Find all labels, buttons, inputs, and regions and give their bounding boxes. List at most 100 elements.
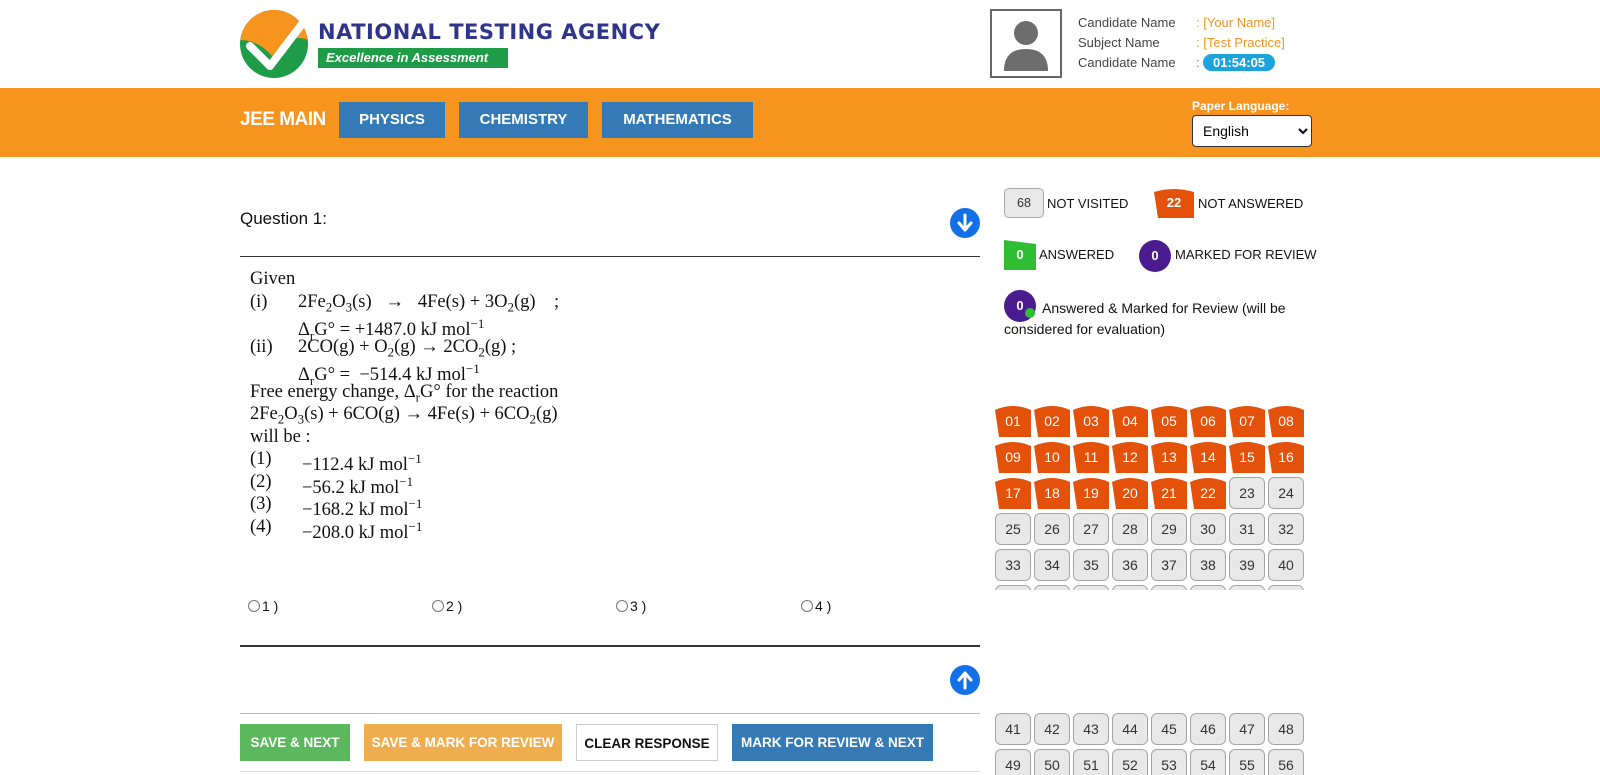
- palette-question-20[interactable]: 20: [1112, 477, 1148, 509]
- option-4[interactable]: 4 ): [801, 598, 831, 614]
- not-answered-label: NOT ANSWERED: [1198, 196, 1304, 211]
- arrow-up-icon: [957, 671, 973, 690]
- save-mark-review-button[interactable]: SAVE & MARK FOR REVIEW: [364, 724, 562, 761]
- palette-question-39[interactable]: 39: [1229, 549, 1265, 581]
- option-1[interactable]: 1 ): [248, 598, 278, 614]
- palette-question-28[interactable]: 28: [1112, 513, 1148, 545]
- scroll-down-button[interactable]: [950, 208, 980, 238]
- palette-question-04[interactable]: 04: [1112, 405, 1148, 437]
- palette-question-17[interactable]: 17: [995, 477, 1031, 509]
- palette-question-16[interactable]: 16: [1268, 441, 1304, 473]
- palette-question-07[interactable]: 07: [1229, 405, 1265, 437]
- palette-question-22[interactable]: 22: [1190, 477, 1226, 509]
- palette-question-19[interactable]: 19: [1073, 477, 1109, 509]
- divider: [240, 771, 980, 772]
- palette-question-35[interactable]: 35: [1073, 549, 1109, 581]
- palette-question-33[interactable]: 33: [995, 549, 1031, 581]
- question-palette: 01 02 03 04 05 06 07 08 09 10 11 12 13 14 15 16 17 18 19 20…: [995, 405, 1307, 590]
- clear-response-button[interactable]: CLEAR RESPONSE: [576, 724, 718, 761]
- palette-question-03[interactable]: 03: [1073, 405, 1109, 437]
- palette-question-44[interactable]: 44: [1112, 713, 1148, 745]
- palette-question-32[interactable]: 32: [1268, 513, 1304, 545]
- answered-count: 0: [1004, 240, 1036, 270]
- palette-question-08[interactable]: 08: [1268, 405, 1304, 437]
- palette-question-42[interactable]: 42: [1034, 713, 1070, 745]
- palette-question-50[interactable]: 50: [1034, 749, 1070, 775]
- palette-question-partial[interactable]: [1151, 585, 1187, 590]
- palette-question-41[interactable]: 41: [995, 713, 1031, 745]
- not-visited-count: 68: [1004, 188, 1044, 218]
- palette-question-06[interactable]: 06: [1190, 405, 1226, 437]
- palette-question-53[interactable]: 53: [1151, 749, 1187, 775]
- palette-question-31[interactable]: 31: [1229, 513, 1265, 545]
- subject-name-value: : [Test Practice]: [1196, 35, 1285, 50]
- palette-question-26[interactable]: 26: [1034, 513, 1070, 545]
- palette-question-30[interactable]: 30: [1190, 513, 1226, 545]
- palette-question-05[interactable]: 05: [1151, 405, 1187, 437]
- palette-question-51[interactable]: 51: [1073, 749, 1109, 775]
- palette-question-11[interactable]: 11: [1073, 441, 1109, 473]
- mark-review-next-button[interactable]: MARK FOR REVIEW & NEXT: [732, 724, 933, 761]
- palette-question-43[interactable]: 43: [1073, 713, 1109, 745]
- palette-question-38[interactable]: 38: [1190, 549, 1226, 581]
- option-3[interactable]: 3 ): [616, 598, 646, 614]
- tab-physics[interactable]: PHYSICS: [339, 102, 445, 138]
- palette-question-partial[interactable]: [1190, 585, 1226, 590]
- not-visited-label: NOT VISITED: [1047, 196, 1129, 211]
- palette-question-46[interactable]: 46: [1190, 713, 1226, 745]
- palette-question-55[interactable]: 55: [1229, 749, 1265, 775]
- palette-question-48[interactable]: 48: [1268, 713, 1304, 745]
- option-3-radio[interactable]: [616, 600, 628, 612]
- palette-question-09[interactable]: 09: [995, 441, 1031, 473]
- answered-label: ANSWERED: [1039, 247, 1115, 262]
- palette-question-34[interactable]: 34: [1034, 549, 1070, 581]
- candidate-name-value: : [Your Name]: [1196, 15, 1276, 30]
- palette-question-partial[interactable]: [1073, 585, 1109, 590]
- paper-language-label: Paper Language:: [1192, 99, 1290, 113]
- palette-question-10[interactable]: 10: [1034, 441, 1070, 473]
- palette-question-23[interactable]: 23: [1229, 477, 1265, 509]
- option-4-radio[interactable]: [801, 600, 813, 612]
- palette-question-37[interactable]: 37: [1151, 549, 1187, 581]
- save-next-button[interactable]: SAVE & NEXT: [240, 724, 350, 761]
- palette-question-27[interactable]: 27: [1073, 513, 1109, 545]
- language-select[interactable]: English: [1192, 115, 1312, 147]
- palette-question-12[interactable]: 12: [1112, 441, 1148, 473]
- palette-question-52[interactable]: 52: [1112, 749, 1148, 775]
- subject-name-label: Subject Name: [1078, 35, 1160, 50]
- tab-mathematics[interactable]: MATHEMATICS: [602, 102, 753, 138]
- option-2-radio[interactable]: [432, 600, 444, 612]
- palette-question-18[interactable]: 18: [1034, 477, 1070, 509]
- timer-badge: 01:54:05: [1203, 54, 1276, 71]
- palette-question-40[interactable]: 40: [1268, 549, 1304, 581]
- palette-question-29[interactable]: 29: [1151, 513, 1187, 545]
- divider: [240, 713, 980, 714]
- palette-question-01[interactable]: 01: [995, 405, 1031, 437]
- option-1-radio[interactable]: [248, 600, 260, 612]
- palette-question-partial[interactable]: [1268, 585, 1304, 590]
- palette-question-49[interactable]: 49: [995, 749, 1031, 775]
- org-title: NATIONAL TESTING AGENCY: [318, 20, 661, 44]
- palette-question-24[interactable]: 24: [1268, 477, 1304, 509]
- marked-review-count: 0: [1139, 240, 1171, 272]
- palette-question-25[interactable]: 25: [995, 513, 1031, 545]
- option-2[interactable]: 2 ): [432, 598, 462, 614]
- nta-logo: [240, 10, 308, 78]
- palette-question-36[interactable]: 36: [1112, 549, 1148, 581]
- exam-name: JEE MAIN: [240, 109, 326, 130]
- palette-question-54[interactable]: 54: [1190, 749, 1226, 775]
- palette-question-56[interactable]: 56: [1268, 749, 1304, 775]
- palette-question-partial[interactable]: [995, 585, 1031, 590]
- palette-question-partial[interactable]: [1112, 585, 1148, 590]
- palette-question-02[interactable]: 02: [1034, 405, 1070, 437]
- palette-question-14[interactable]: 14: [1190, 441, 1226, 473]
- tab-chemistry[interactable]: CHEMISTRY: [459, 102, 588, 138]
- palette-question-15[interactable]: 15: [1229, 441, 1265, 473]
- scroll-up-button[interactable]: [950, 665, 980, 695]
- palette-question-21[interactable]: 21: [1151, 477, 1187, 509]
- palette-question-13[interactable]: 13: [1151, 441, 1187, 473]
- palette-question-47[interactable]: 47: [1229, 713, 1265, 745]
- palette-question-45[interactable]: 45: [1151, 713, 1187, 745]
- palette-question-partial[interactable]: [1034, 585, 1070, 590]
- palette-question-partial[interactable]: [1229, 585, 1265, 590]
